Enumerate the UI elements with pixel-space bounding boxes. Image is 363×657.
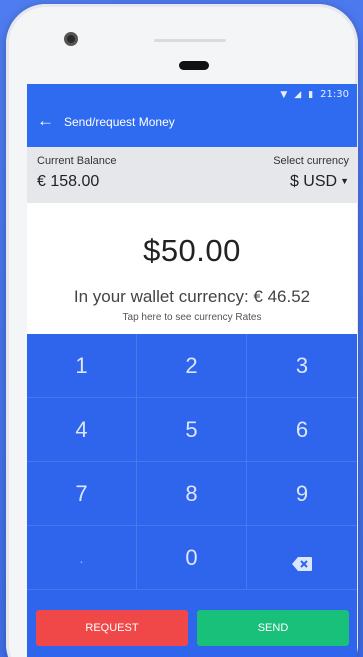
earpiece bbox=[179, 61, 209, 70]
signal-icon: ◢ bbox=[294, 89, 302, 100]
phone-frame: ▼ ◢ ▮ 21:30 ← Send/request Money Current… bbox=[6, 4, 358, 657]
currency-label: Select currency bbox=[273, 155, 349, 167]
front-camera bbox=[64, 32, 78, 46]
send-button[interactable]: SEND bbox=[197, 610, 349, 646]
status-time: 21:30 bbox=[320, 89, 349, 100]
balance-value: € 158.00 bbox=[37, 173, 100, 190]
battery-icon: ▮ bbox=[308, 89, 314, 100]
action-bar: REQUEST SEND bbox=[27, 590, 357, 657]
screen: ▼ ◢ ▮ 21:30 ← Send/request Money Current… bbox=[27, 84, 357, 657]
status-bar: ▼ ◢ ▮ 21:30 bbox=[280, 89, 349, 100]
key-backspace[interactable] bbox=[247, 526, 357, 590]
balance-bar: Current Balance € 158.00 Select currency… bbox=[27, 147, 357, 203]
key-9[interactable]: 9 bbox=[247, 462, 357, 526]
numeric-keypad: 1 2 3 4 5 6 7 8 9 . 0 bbox=[27, 334, 357, 590]
currency-value: $ USD bbox=[289, 173, 338, 190]
app-bar: ▼ ◢ ▮ 21:30 ← Send/request Money bbox=[27, 84, 357, 147]
key-6[interactable]: 6 bbox=[247, 398, 357, 462]
amount-area: $50.00 In your wallet currency: € 46.52 … bbox=[27, 203, 357, 334]
currency-section: Select currency $ USD ▼ bbox=[273, 155, 349, 203]
request-button[interactable]: REQUEST bbox=[36, 610, 188, 646]
currency-select[interactable]: $ USD ▼ bbox=[273, 173, 349, 191]
currency-rates-link[interactable]: Tap here to see currency Rates bbox=[27, 312, 357, 323]
key-1[interactable]: 1 bbox=[27, 334, 137, 398]
key-2[interactable]: 2 bbox=[137, 334, 247, 398]
key-5[interactable]: 5 bbox=[137, 398, 247, 462]
key-4[interactable]: 4 bbox=[27, 398, 137, 462]
speaker-grille bbox=[154, 39, 226, 42]
wifi-icon: ▼ bbox=[280, 89, 288, 100]
key-decimal[interactable]: . bbox=[27, 526, 137, 590]
key-8[interactable]: 8 bbox=[137, 462, 247, 526]
converted-amount: In your wallet currency: € 46.52 bbox=[73, 287, 311, 306]
key-3[interactable]: 3 bbox=[247, 334, 357, 398]
page-title: Send/request Money bbox=[64, 115, 175, 129]
balance-label: Current Balance bbox=[37, 155, 117, 167]
key-7[interactable]: 7 bbox=[27, 462, 137, 526]
arrow-left-icon[interactable]: ← bbox=[37, 111, 54, 131]
balance-section: Current Balance € 158.00 bbox=[37, 155, 117, 203]
backspace-icon bbox=[292, 551, 312, 571]
caret-down-icon: ▼ bbox=[340, 176, 349, 186]
amount-display: $50.00 bbox=[143, 233, 241, 268]
key-0[interactable]: 0 bbox=[137, 526, 247, 590]
